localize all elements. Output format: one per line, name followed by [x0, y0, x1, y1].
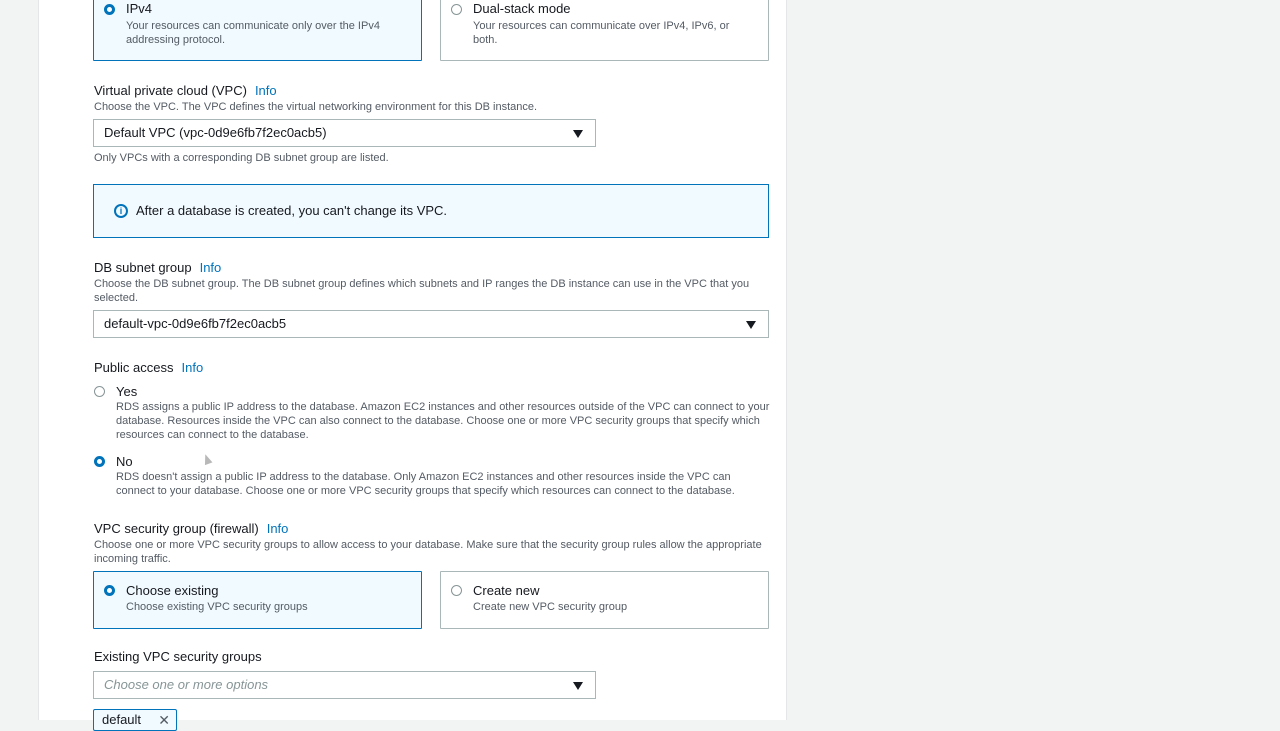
vpc-info-alert: i After a database is created, you can't…	[93, 184, 769, 238]
public-access-yes-title: Yes	[116, 384, 138, 399]
dual-stack-radio[interactable]	[451, 4, 462, 15]
chevron-down-icon	[573, 682, 583, 690]
dual-stack-title: Dual-stack mode	[473, 1, 571, 16]
dual-stack-option-card[interactable]: Dual-stack mode Your resources can commu…	[440, 0, 769, 61]
subnet-select[interactable]: default-vpc-0d9e6fb7f2ec0acb5	[93, 310, 769, 338]
alert-message: After a database is created, you can't c…	[136, 203, 448, 218]
choose-existing-radio[interactable]	[104, 585, 115, 596]
ipv4-radio[interactable]	[104, 4, 115, 15]
ipv4-desc: Your resources can communicate only over…	[126, 20, 380, 46]
public-access-label: Public access	[94, 360, 174, 375]
security-group-label: VPC security group (firewall)	[94, 521, 259, 536]
public-access-yes-desc: RDS assigns a public IP address to the d…	[116, 401, 770, 441]
security-group-token: default ✕	[93, 709, 177, 731]
choose-existing-desc: Choose existing VPC security groups	[126, 601, 308, 613]
create-new-title: Create new	[473, 583, 540, 598]
vpc-info-link[interactable]: Info	[255, 83, 277, 98]
chevron-down-icon	[573, 130, 583, 138]
subnet-select-value: default-vpc-0d9e6fb7f2ec0acb5	[104, 316, 287, 331]
chevron-down-icon	[746, 321, 756, 329]
vpc-select-value: Default VPC (vpc-0d9e6fb7f2ec0acb5)	[104, 125, 327, 140]
create-new-card[interactable]: Create new Create new VPC security group	[440, 571, 769, 629]
security-group-desc: Choose one or more VPC security groups t…	[94, 539, 762, 565]
vpc-desc: Choose the VPC. The VPC defines the virt…	[94, 101, 538, 113]
existing-groups-placeholder: Choose one or more options	[104, 677, 269, 692]
security-group-info-link[interactable]: Info	[267, 521, 289, 536]
create-new-radio[interactable]	[451, 585, 462, 596]
info-circle-icon: i	[114, 204, 128, 218]
choose-existing-title: Choose existing	[126, 583, 219, 598]
public-access-no-radio[interactable]	[94, 456, 105, 467]
subnet-label: DB subnet group	[94, 260, 192, 275]
vpc-label: Virtual private cloud (VPC)	[94, 83, 247, 98]
public-access-no-title: No	[116, 454, 133, 469]
public-access-info-link[interactable]: Info	[181, 360, 203, 375]
ipv4-title: IPv4	[126, 1, 153, 16]
subnet-info-link[interactable]: Info	[200, 260, 222, 275]
existing-groups-label: Existing VPC security groups	[94, 649, 262, 664]
vpc-hint: Only VPCs with a corresponding DB subnet…	[94, 152, 389, 164]
vpc-select[interactable]: Default VPC (vpc-0d9e6fb7f2ec0acb5)	[93, 119, 596, 147]
dual-stack-desc: Your resources can communicate over IPv4…	[473, 20, 730, 46]
existing-groups-select[interactable]: Choose one or more options	[93, 671, 596, 699]
choose-existing-card[interactable]: Choose existing Choose existing VPC secu…	[93, 571, 422, 629]
create-new-desc: Create new VPC security group	[473, 601, 628, 613]
public-access-no-desc: RDS doesn't assign a public IP address t…	[116, 471, 735, 497]
subnet-desc: Choose the DB subnet group. The DB subne…	[94, 278, 750, 304]
public-access-yes-radio[interactable]	[94, 386, 105, 397]
close-icon[interactable]: ✕	[158, 710, 170, 730]
ipv4-option-card[interactable]: IPv4 Your resources can communicate only…	[93, 0, 422, 61]
